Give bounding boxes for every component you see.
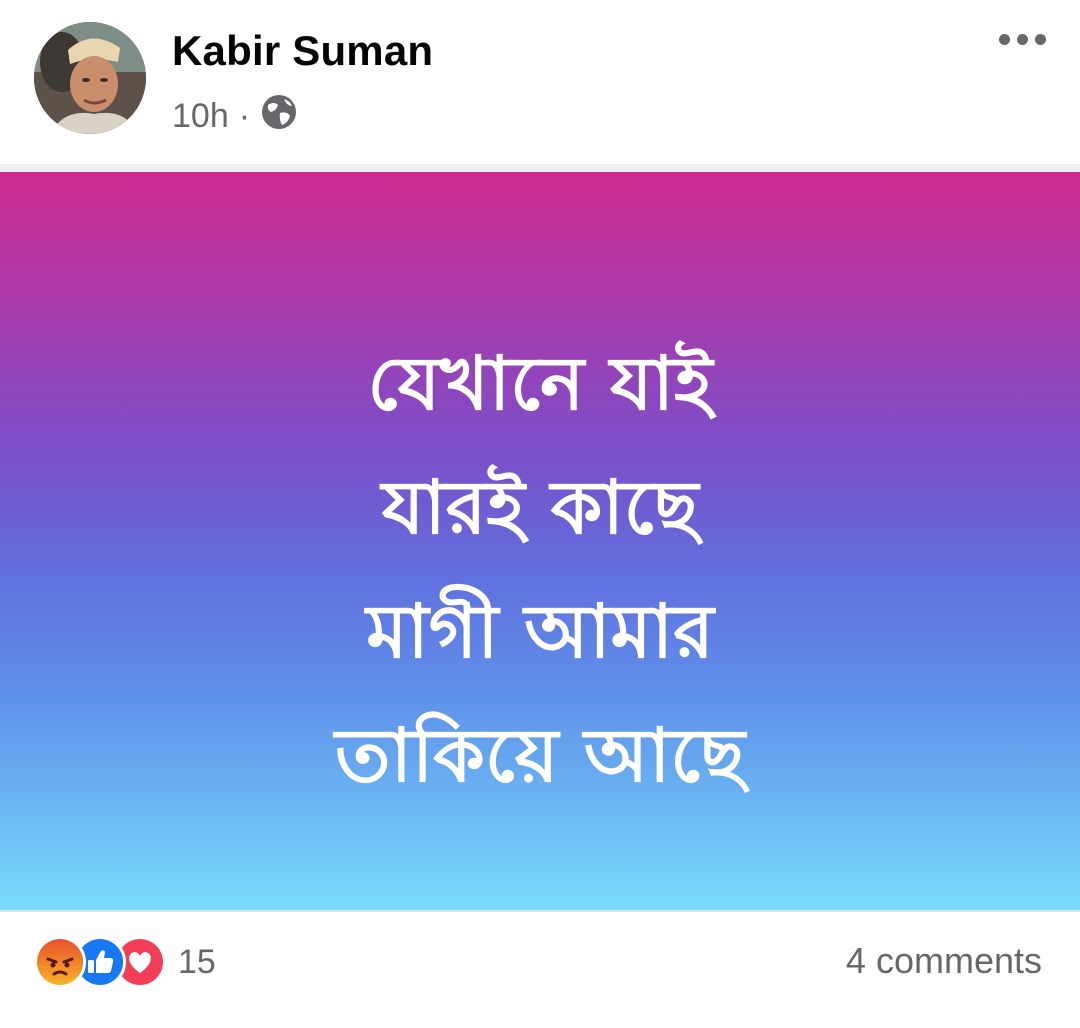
more-horizontal-icon[interactable] — [995, 30, 1050, 49]
post-time[interactable]: 10h — [172, 97, 229, 136]
post-meta: 10h · — [172, 94, 298, 138]
post-header: Kabir Suman 10h · — [0, 0, 1080, 166]
post-text-line: তাকিয়ে আছে — [335, 713, 745, 799]
header-divider — [0, 164, 1080, 172]
avatar[interactable] — [34, 22, 146, 134]
post-content[interactable]: যেখানে যাই যারই কাছে মাগী আমার তাকিয়ে আ… — [0, 172, 1080, 910]
post-text-line: মাগী আমার — [366, 589, 714, 675]
angry-reaction-icon — [34, 936, 86, 988]
comments-count-link[interactable]: 4 comments — [846, 940, 1042, 982]
post-text-line: যেখানে যাই — [367, 341, 713, 427]
footer-divider — [0, 910, 1080, 912]
meta-separator: · — [238, 96, 251, 135]
author-name[interactable]: Kabir Suman — [172, 27, 433, 75]
globe-icon — [260, 93, 298, 140]
post-text: যেখানে যাই যারই কাছে মাগী আমার তাকিয়ে আ… — [0, 322, 1080, 818]
reaction-summary[interactable]: 15 — [34, 934, 216, 990]
reaction-count: 15 — [178, 942, 216, 981]
post-text-line: যারই কাছে — [381, 465, 699, 551]
